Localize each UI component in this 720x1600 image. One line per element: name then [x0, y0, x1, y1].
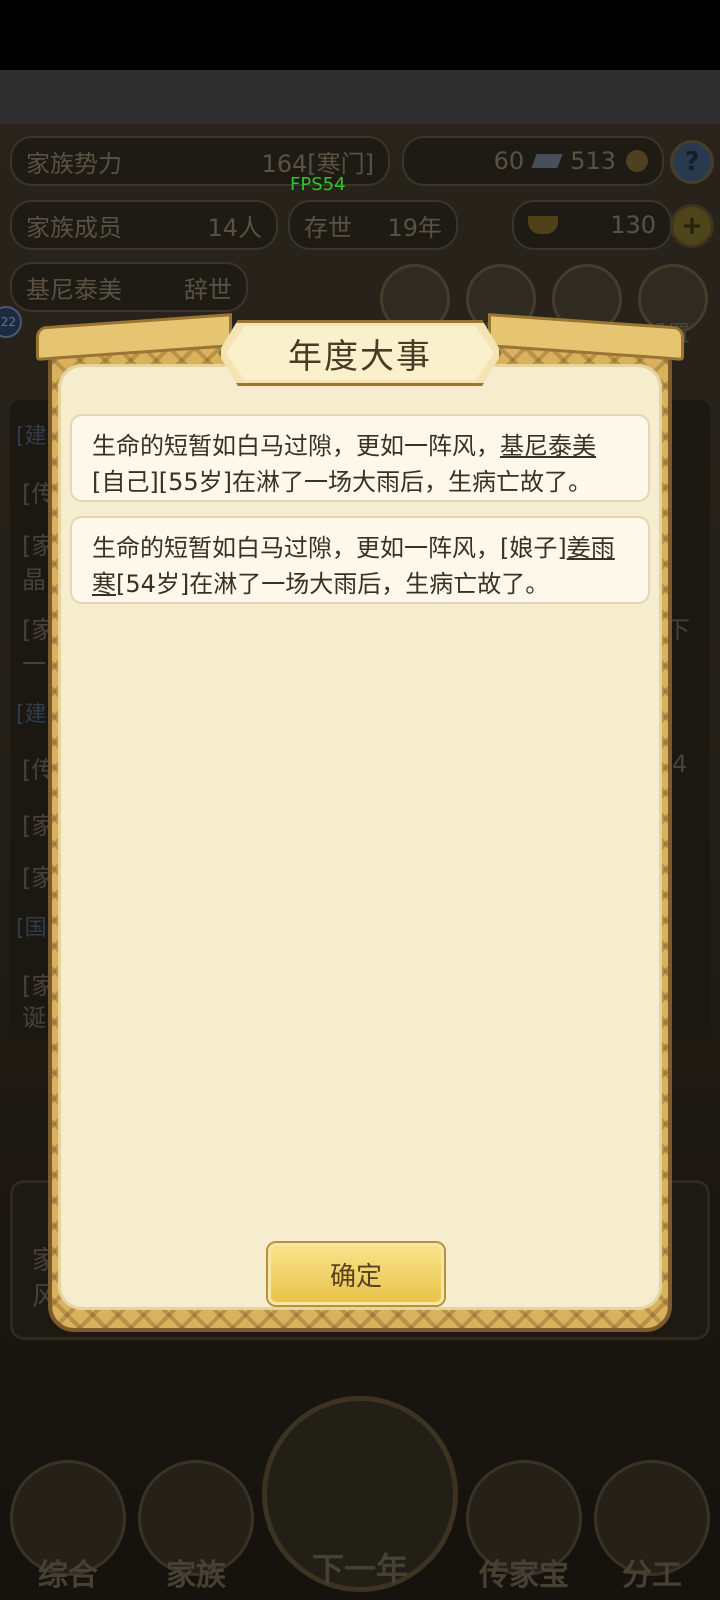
event-text: 生命的短暂如白马过隙，更如一阵风， [92, 432, 500, 460]
person-name-link[interactable]: 基尼泰美 [500, 432, 596, 460]
event-card: 生命的短暂如白马过隙，更如一阵风，基尼泰美 [自己][55岁]在淋了一场大雨后，生… [70, 414, 650, 502]
app-bar [0, 70, 720, 124]
status-bar [0, 0, 720, 70]
dialog-title: 年度大事 [226, 326, 494, 380]
dialog-body [58, 364, 662, 1310]
confirm-button[interactable]: 确定 [268, 1243, 444, 1305]
event-text: [自己][55岁]在淋了一场大雨后，生病亡故了。 [92, 468, 592, 496]
event-card: 生命的短暂如白马过隙，更如一阵风，[娘子]姜雨寒[54岁]在淋了一场大雨后，生病… [70, 516, 650, 604]
confirm-label: 确定 [329, 1261, 382, 1292]
fps-counter: FPS54 [290, 174, 346, 195]
event-text: [54岁]在淋了一场大雨后，生病亡故了。 [116, 570, 550, 598]
event-text: 生命的短暂如白马过隙，更如一阵风，[娘子] [92, 534, 567, 562]
